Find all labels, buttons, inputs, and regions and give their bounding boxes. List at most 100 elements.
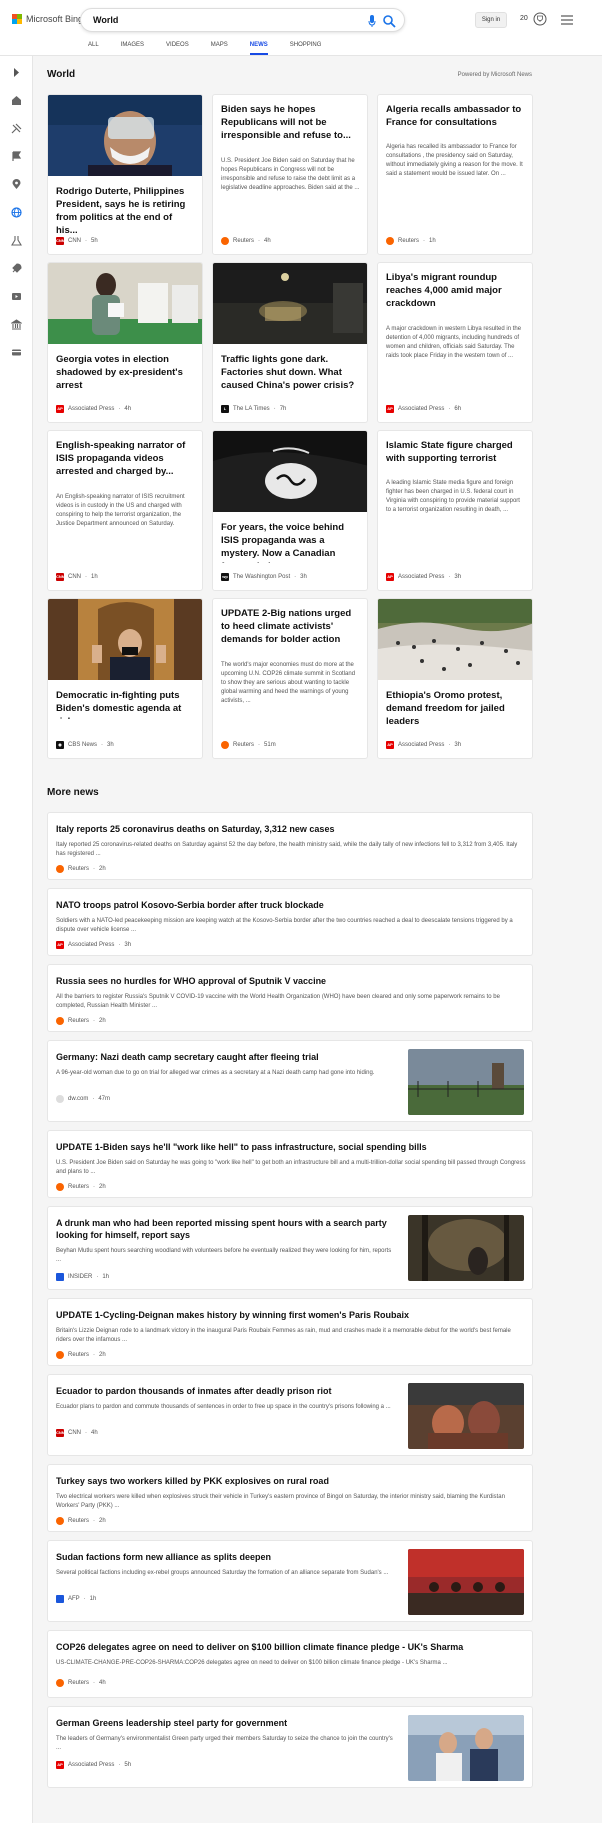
tab-all[interactable]: ALL [88, 38, 109, 53]
card-source[interactable]: CNN CNN · 1h [56, 573, 98, 581]
news-title[interactable]: Ecuador to pardon thousands of inmates a… [56, 1385, 332, 1397]
news-title[interactable]: German Greens leadership steel party for… [56, 1717, 287, 1729]
more-news-item[interactable]: Germany: Nazi death camp secretary caugh… [47, 1040, 533, 1122]
ap-logo-icon: AP [386, 573, 394, 581]
news-title[interactable]: Sudan factions form new alliance as spli… [56, 1551, 271, 1563]
powered-by-label[interactable]: Powered by Microsoft News [458, 72, 532, 78]
science-icon[interactable] [10, 234, 23, 247]
search-box[interactable]: World [80, 8, 405, 32]
news-card[interactable]: For years, the voice behind ISIS propaga… [212, 430, 368, 591]
news-source[interactable]: Reuters · 2h [56, 1183, 106, 1191]
tools-icon[interactable] [10, 122, 23, 135]
more-news-item[interactable]: German Greens leadership steel party for… [47, 1706, 533, 1788]
card-source[interactable]: wp The Washington Post · 3h [221, 573, 307, 581]
tab-shopping[interactable]: SHOPPING [290, 38, 332, 53]
news-card[interactable]: Algeria recalls ambassador to France for… [377, 94, 533, 255]
more-news-item[interactable]: COP26 delegates agree on need to deliver… [47, 1630, 533, 1698]
news-source[interactable]: Reuters · 2h [56, 1351, 106, 1359]
search-icon[interactable] [382, 14, 396, 28]
news-card[interactable]: Georgia votes in election shadowed by ex… [47, 262, 203, 423]
more-news-item[interactable]: Ecuador to pardon thousands of inmates a… [47, 1374, 533, 1456]
news-card[interactable]: Rodrigo Duterte, Philippines President, … [47, 94, 203, 255]
card-title[interactable]: For years, the voice behind ISIS propaga… [221, 521, 359, 563]
more-news-item[interactable]: A drunk man who had been reported missin… [47, 1206, 533, 1290]
news-source[interactable]: AFP · 1h [56, 1595, 96, 1603]
tab-videos[interactable]: VIDEOS [166, 38, 199, 53]
tab-images[interactable]: IMAGES [121, 38, 154, 53]
expand-icon[interactable] [10, 66, 23, 79]
news-source[interactable]: CNN CNN · 4h [56, 1429, 98, 1437]
news-title[interactable]: Turkey says two workers killed by PKK ex… [56, 1475, 329, 1487]
more-news-item[interactable]: Turkey says two workers killed by PKK ex… [47, 1464, 533, 1532]
card-title[interactable]: Libya's migrant roundup reaches 4,000 am… [386, 271, 524, 313]
card-source[interactable]: Reuters · 1h [386, 237, 436, 245]
news-source[interactable]: Reuters · 2h [56, 1517, 106, 1525]
card-title[interactable]: UPDATE 2-Big nations urged to heed clima… [221, 607, 359, 649]
news-title[interactable]: Germany: Nazi death camp secretary caugh… [56, 1051, 319, 1063]
card-icon[interactable] [10, 346, 23, 359]
news-card[interactable]: Ethiopia's Oromo protest, demand freedom… [377, 598, 533, 759]
card-title[interactable]: Rodrigo Duterte, Philippines President, … [56, 185, 194, 237]
news-card[interactable]: Democratic in-fighting puts Biden's dome… [47, 598, 203, 759]
card-source[interactable]: AP Associated Press · 4h [56, 405, 131, 413]
menu-icon[interactable] [560, 14, 574, 26]
more-news-item[interactable]: NATO troops patrol Kosovo-Serbia border … [47, 888, 533, 956]
news-title[interactable]: COP26 delegates agree on need to deliver… [56, 1641, 463, 1653]
news-title[interactable]: Russia sees no hurdles for WHO approval … [56, 975, 326, 987]
location-icon[interactable] [10, 178, 23, 191]
news-card[interactable]: UPDATE 2-Big nations urged to heed clima… [212, 598, 368, 759]
news-title[interactable]: Italy reports 25 coronavirus deaths on S… [56, 823, 334, 835]
card-source[interactable]: CNN CNN · 5h [56, 237, 98, 245]
card-title[interactable]: Traffic lights gone dark. Factories shut… [221, 353, 359, 395]
news-title[interactable]: A drunk man who had been reported missin… [56, 1217, 396, 1241]
news-source[interactable]: Reuters · 2h [56, 1017, 106, 1025]
card-source[interactable]: AP Associated Press · 6h [386, 405, 461, 413]
home-icon[interactable] [10, 94, 23, 107]
news-source[interactable]: dw.com · 47m [56, 1095, 110, 1103]
card-source[interactable]: AP Associated Press · 3h [386, 741, 461, 749]
card-title[interactable]: Democratic in-fighting puts Biden's dome… [56, 689, 194, 719]
card-title[interactable]: Islamic State figure charged with suppor… [386, 439, 524, 469]
microphone-icon[interactable] [368, 15, 376, 27]
globe-icon[interactable] [10, 206, 23, 219]
card-title[interactable]: Biden says he hopes Republicans will not… [221, 103, 359, 145]
news-source[interactable]: AP Associated Press · 5h [56, 1761, 131, 1769]
signin-button[interactable]: Sign in [475, 12, 507, 28]
news-source[interactable]: Reuters · 4h [56, 1679, 106, 1687]
rewards-count[interactable]: 20 [520, 15, 528, 22]
news-title[interactable]: UPDATE 1-Cycling-Deignan makes history b… [56, 1309, 409, 1321]
bing-logo[interactable]: Microsoft Bing [12, 14, 83, 24]
card-title[interactable]: Ethiopia's Oromo protest, demand freedom… [386, 689, 524, 731]
search-input[interactable]: World [93, 15, 118, 25]
rewards-trophy-icon[interactable] [533, 12, 547, 26]
tab-news[interactable]: NEWS [249, 38, 278, 55]
card-source[interactable]: Reuters · 4h [221, 237, 271, 245]
news-title[interactable]: NATO troops patrol Kosovo-Serbia border … [56, 899, 324, 911]
more-news-item[interactable]: Italy reports 25 coronavirus deaths on S… [47, 812, 533, 880]
news-card[interactable]: English-speaking narrator of ISIS propag… [47, 430, 203, 591]
card-source[interactable]: L The LA Times · 7h [221, 405, 286, 413]
news-card[interactable]: Islamic State figure charged with suppor… [377, 430, 533, 591]
news-source[interactable]: INSIDER · 1h [56, 1273, 109, 1281]
card-source[interactable]: ◉ CBS News · 3h [56, 741, 114, 749]
more-news-item[interactable]: Sudan factions form new alliance as spli… [47, 1540, 533, 1622]
card-title[interactable]: English-speaking narrator of ISIS propag… [56, 439, 194, 481]
tab-maps[interactable]: MAPS [211, 38, 238, 53]
card-title[interactable]: Georgia votes in election shadowed by ex… [56, 353, 194, 395]
news-source[interactable]: Reuters · 2h [56, 865, 106, 873]
card-title[interactable]: Algeria recalls ambassador to France for… [386, 103, 524, 133]
bank-icon[interactable] [10, 318, 23, 331]
news-card[interactable]: Biden says he hopes Republicans will not… [212, 94, 368, 255]
news-title[interactable]: UPDATE 1-Biden says he'll "work like hel… [56, 1141, 427, 1153]
flag-icon[interactable] [10, 150, 23, 163]
news-source[interactable]: AP Associated Press · 3h [56, 941, 131, 949]
rocket-icon[interactable] [10, 262, 23, 275]
news-card[interactable]: Traffic lights gone dark. Factories shut… [212, 262, 368, 423]
video-icon[interactable] [10, 290, 23, 303]
more-news-item[interactable]: UPDATE 1-Cycling-Deignan makes history b… [47, 1298, 533, 1366]
news-card[interactable]: Libya's migrant roundup reaches 4,000 am… [377, 262, 533, 423]
card-source[interactable]: Reuters · 51m [221, 741, 276, 749]
card-source[interactable]: AP Associated Press · 3h [386, 573, 461, 581]
more-news-item[interactable]: UPDATE 1-Biden says he'll "work like hel… [47, 1130, 533, 1198]
more-news-item[interactable]: Russia sees no hurdles for WHO approval … [47, 964, 533, 1032]
